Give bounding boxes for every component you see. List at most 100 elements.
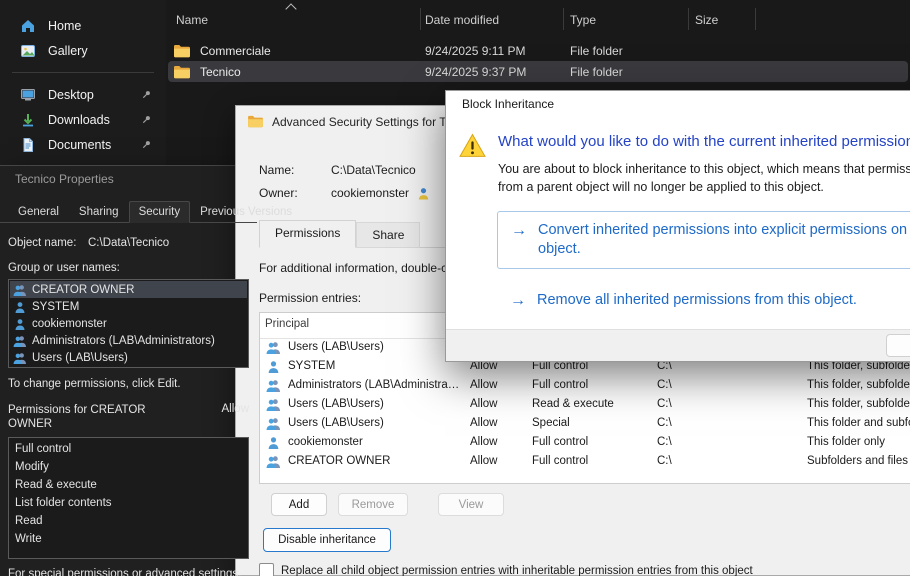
- disable-inheritance-button[interactable]: Disable inheritance: [263, 528, 391, 552]
- folder-icon: [247, 115, 264, 128]
- folder-icon: [173, 65, 191, 79]
- owner-label: Owner:: [259, 186, 331, 200]
- sort-ascending-icon: [285, 3, 296, 14]
- user-icon: [13, 301, 27, 313]
- cell-type: Allow: [470, 398, 497, 410]
- permission-write[interactable]: Write: [9, 530, 248, 548]
- command-link-remove-permissions[interactable]: → Remove all inherited permissions from …: [510, 291, 857, 310]
- cell-access: Full control: [532, 379, 588, 391]
- users-icon: [13, 335, 27, 347]
- column-header-type[interactable]: Type: [570, 13, 596, 27]
- file-date-modified: 9/24/2025 9:37 PM: [425, 65, 570, 79]
- file-row-commerciale[interactable]: Commerciale 9/24/2025 9:11 PM File folde…: [168, 40, 908, 61]
- column-header-name[interactable]: Name: [176, 13, 208, 27]
- cell-principal: Users (LAB\Users): [288, 417, 460, 429]
- permission-read[interactable]: Read: [9, 512, 248, 530]
- permissions-for-label: Permissions for CREATOR OWNER: [8, 403, 160, 432]
- command-link-label: Remove all inherited permissions from th…: [537, 291, 857, 310]
- table-row[interactable]: Users (LAB\Users) Allow Read & execute C…: [260, 396, 910, 415]
- properties-tabs: General Sharing Security Previous Versio…: [0, 201, 257, 223]
- command-link-convert-permissions[interactable]: → Convert inherited permissions into exp…: [497, 211, 910, 269]
- column-divider[interactable]: [688, 8, 689, 30]
- name-label: Name:: [259, 163, 331, 177]
- cell-principal: CREATOR OWNER: [288, 455, 460, 467]
- table-row[interactable]: cookiemonster Allow Full control C:\ Thi…: [260, 434, 910, 453]
- list-item-cookiemonster[interactable]: cookiemonster: [10, 315, 247, 332]
- users-icon: [266, 417, 281, 430]
- cell-type: Allow: [470, 417, 497, 429]
- list-item-creator-owner[interactable]: CREATOR OWNER: [10, 281, 247, 298]
- cell-access: Full control: [532, 455, 588, 467]
- table-row[interactable]: Users (LAB\Users) Allow Special C:\ This…: [260, 415, 910, 434]
- list-item-system[interactable]: SYSTEM: [10, 298, 247, 315]
- permission-modify[interactable]: Modify: [9, 458, 248, 476]
- users-icon: [266, 455, 281, 468]
- explorer-column-header: Name Date modified Type Size: [166, 0, 910, 38]
- cell-applies-to: Subfolders and files only: [807, 455, 910, 467]
- remove-button[interactable]: Remove: [338, 493, 408, 516]
- desktop: Name Date modified Type Size Home Galler…: [0, 0, 910, 576]
- tab-general[interactable]: General: [8, 201, 69, 223]
- view-button[interactable]: View: [438, 493, 504, 516]
- file-type: File folder: [570, 65, 695, 79]
- users-icon: [266, 398, 281, 411]
- file-row-tecnico[interactable]: Tecnico 9/24/2025 9:37 PM File folder: [168, 61, 908, 82]
- tab-security[interactable]: Security: [129, 201, 191, 223]
- tab-permissions[interactable]: Permissions: [259, 220, 356, 248]
- cell-inherited-from: C:\: [657, 398, 672, 410]
- file-date-modified: 9/24/2025 9:11 PM: [425, 44, 570, 58]
- cell-principal: Users (LAB\Users): [288, 398, 460, 410]
- sidebar-item-desktop[interactable]: Desktop: [0, 82, 166, 107]
- sidebar-item-downloads[interactable]: Downloads: [0, 107, 166, 132]
- warning-icon: [459, 133, 486, 158]
- owner-user-icon: [417, 187, 430, 200]
- tab-previous-versions[interactable]: Previous Versions: [190, 201, 302, 223]
- pin-icon: [141, 139, 152, 150]
- cell-access: Read & execute: [532, 398, 614, 410]
- tecnico-properties-dialog: Tecnico Properties General Sharing Secur…: [0, 165, 258, 576]
- sidebar-item-gallery[interactable]: Gallery: [0, 38, 166, 63]
- column-header-size[interactable]: Size: [695, 13, 718, 27]
- cell-inherited-from: C:\: [657, 417, 672, 429]
- permission-read-execute[interactable]: Read & execute: [9, 476, 248, 494]
- column-header-principal[interactable]: Principal: [265, 318, 309, 330]
- principal-name: Users (LAB\Users): [32, 352, 128, 364]
- user-icon: [266, 360, 281, 373]
- add-button[interactable]: Add: [271, 493, 327, 516]
- principal-name: Administrators (LAB\Administrators): [32, 335, 215, 347]
- users-icon: [266, 379, 281, 392]
- tab-share[interactable]: Share: [356, 222, 420, 248]
- permissions-list: Full control Modify Read & execute List …: [8, 437, 249, 559]
- sidebar-item-home[interactable]: Home: [0, 13, 166, 38]
- file-list: Commerciale 9/24/2025 9:11 PM File folde…: [168, 40, 908, 82]
- folder-icon: [173, 44, 191, 58]
- home-icon: [20, 18, 36, 34]
- sidebar-item-documents[interactable]: Documents: [0, 132, 166, 157]
- dialog-main-instruction: What would you like to do with the curre…: [498, 133, 910, 150]
- dialog-title: Block Inheritance: [446, 91, 910, 117]
- replace-permissions-checkbox[interactable]: [259, 563, 274, 576]
- cell-access: Special: [532, 417, 570, 429]
- gallery-icon: [20, 43, 36, 59]
- sidebar-separator: [12, 72, 154, 73]
- group-user-names-list: CREATOR OWNER SYSTEM cookiemonster Admin…: [8, 279, 249, 368]
- column-divider[interactable]: [755, 8, 756, 30]
- column-header-date-modified[interactable]: Date modified: [425, 13, 499, 27]
- column-divider[interactable]: [420, 8, 421, 30]
- table-row[interactable]: CREATOR OWNER Allow Full control C:\ Sub…: [260, 453, 910, 472]
- desktop-icon: [20, 87, 36, 103]
- users-icon: [266, 341, 281, 354]
- cell-inherited-from: C:\: [657, 436, 672, 448]
- principal-name: cookiemonster: [32, 318, 107, 330]
- list-item-users[interactable]: Users (LAB\Users): [10, 349, 247, 366]
- list-item-administrators[interactable]: Administrators (LAB\Administrators): [10, 332, 247, 349]
- permission-full-control[interactable]: Full control: [9, 440, 248, 458]
- cell-principal: Users (LAB\Users): [288, 341, 460, 353]
- table-row[interactable]: Administrators (LAB\Administrators) Allo…: [260, 377, 910, 396]
- cancel-button[interactable]: Cancel: [886, 334, 910, 357]
- permission-list-folder-contents[interactable]: List folder contents: [9, 494, 248, 512]
- column-divider[interactable]: [563, 8, 564, 30]
- tab-sharing[interactable]: Sharing: [69, 201, 129, 223]
- cell-type: Allow: [470, 379, 497, 391]
- owner-value: cookiemonster: [331, 186, 409, 200]
